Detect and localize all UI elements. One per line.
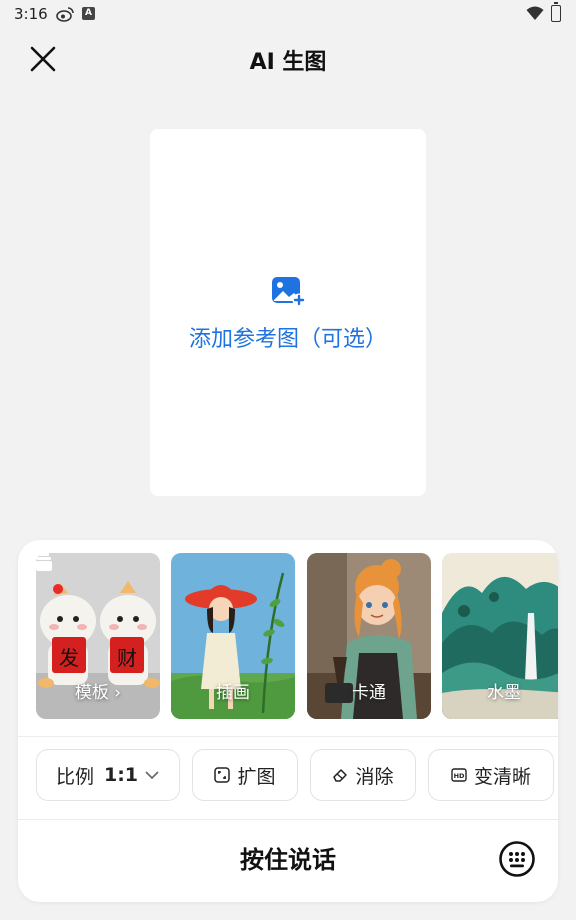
- keyboard-icon[interactable]: [498, 840, 536, 878]
- style-card-illustration[interactable]: 插画: [171, 553, 295, 719]
- template-text-left: 发: [59, 646, 79, 670]
- eraser-icon: [333, 769, 348, 782]
- style-label-illustration: 插画: [216, 683, 250, 703]
- template-text-right: 财: [117, 646, 137, 670]
- wifi-icon: [526, 6, 544, 20]
- erase-label: 消除: [355, 765, 394, 788]
- style-card-ink[interactable]: 水墨: [442, 553, 558, 719]
- expand-button[interactable]: 扩图: [192, 749, 298, 801]
- style-card-cartoon[interactable]: 卡通: [307, 553, 431, 719]
- style-card-template[interactable]: 发 财 模板 ›: [36, 553, 160, 719]
- ratio-selector[interactable]: 比例 1:1: [36, 749, 180, 801]
- enhance-label: 变清晰: [473, 765, 531, 788]
- page-title: AI 生图: [249, 50, 327, 75]
- battery-icon: [551, 2, 561, 22]
- style-label-ink: 水墨: [487, 683, 521, 703]
- style-label-cartoon: 卡通: [352, 683, 386, 703]
- style-label-template: 模板 ›: [74, 683, 122, 703]
- template-stack-icon: [36, 553, 52, 571]
- expand-label: 扩图: [237, 765, 276, 788]
- add-reference-label: 添加参考图（可选）: [188, 327, 387, 352]
- add-image-icon: [272, 277, 306, 307]
- hold-to-talk-button[interactable]: 按住说话: [18, 840, 558, 875]
- svg-text:HD: HD: [454, 772, 465, 780]
- expand-icon: [214, 767, 231, 783]
- app-notification-icon: A: [82, 7, 95, 20]
- weibo-icon: [56, 7, 74, 22]
- status-time: 3:16: [14, 5, 48, 23]
- ratio-value: 1:1: [103, 764, 139, 786]
- add-reference-card[interactable]: 添加参考图（可选）: [150, 129, 426, 496]
- erase-button[interactable]: 消除: [310, 749, 416, 801]
- status-bar: 3:16 A: [0, 0, 576, 28]
- style-list: 发 财 模板 › 插画 卡通 水墨: [36, 553, 558, 719]
- hd-icon: HD: [451, 768, 467, 782]
- divider: [18, 819, 558, 820]
- ratio-label: 比例: [55, 765, 94, 788]
- chevron-down-icon: [145, 771, 159, 780]
- enhance-button[interactable]: HD 变清晰: [428, 749, 554, 801]
- bottom-panel: 发 财 模板 › 插画 卡通 水墨 比例 1:1 扩图 消除 HD 变清晰 按住…: [18, 540, 558, 902]
- divider: [18, 736, 558, 737]
